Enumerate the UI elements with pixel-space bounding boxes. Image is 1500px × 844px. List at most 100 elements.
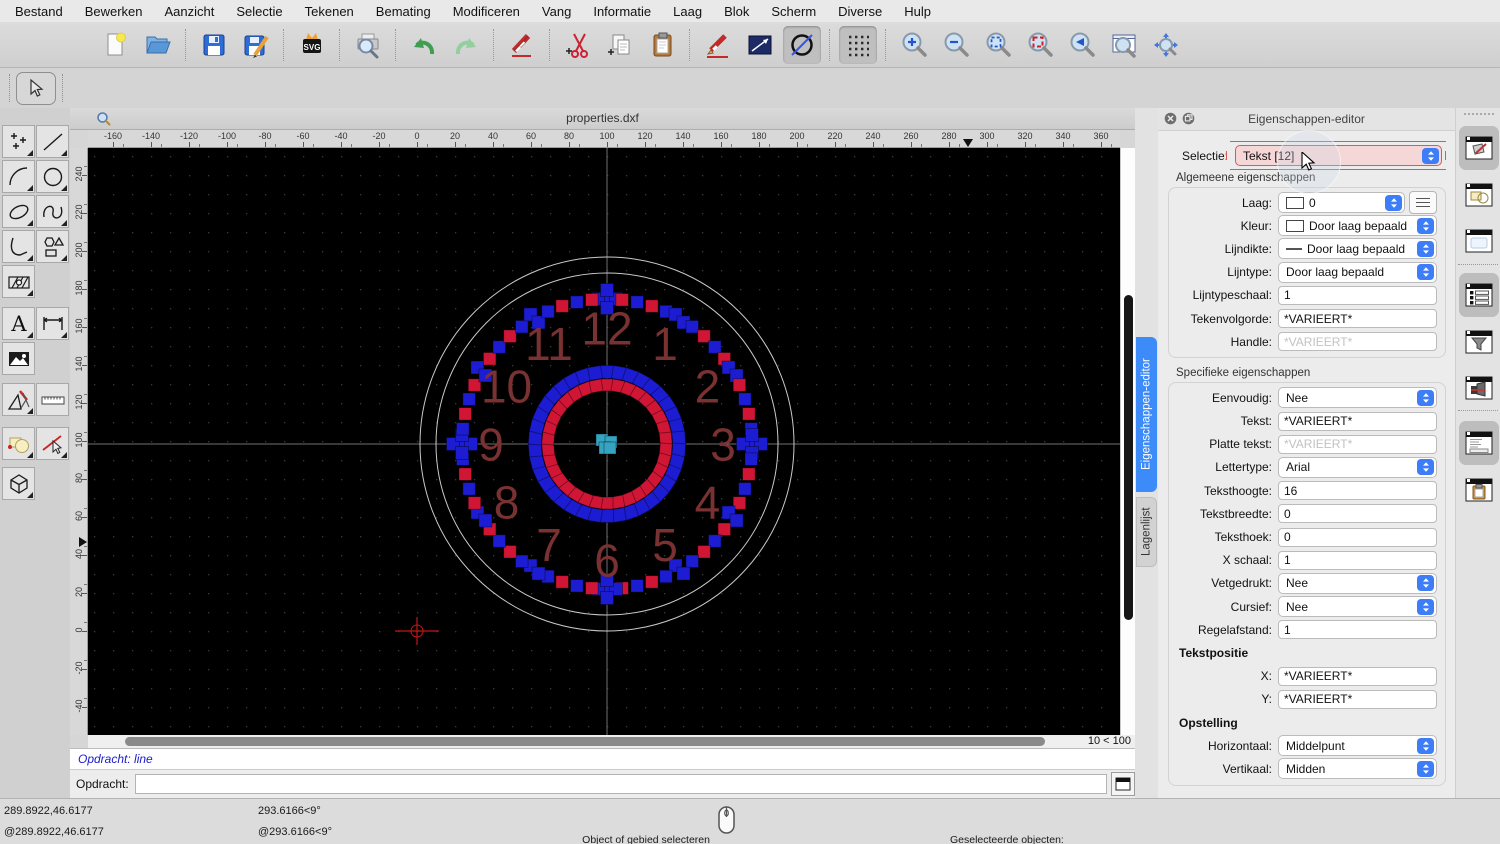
menu-laag[interactable]: Laag	[673, 4, 702, 19]
delete-button[interactable]	[503, 26, 541, 64]
prop-combo-kleur[interactable]: Door laag bepaald	[1278, 215, 1437, 236]
command-input[interactable]	[135, 774, 1107, 794]
dock-blocks-window[interactable]	[1459, 173, 1499, 217]
paste-button[interactable]	[643, 26, 681, 64]
menu-bewerken[interactable]: Bewerken	[85, 4, 143, 19]
new-file-button[interactable]	[97, 26, 135, 64]
prop-combo-lijndikte[interactable]: Door laag bepaald	[1278, 238, 1437, 259]
tool-block[interactable]	[2, 427, 35, 460]
tool-image[interactable]	[2, 342, 35, 375]
menu-bestand[interactable]: Bestand	[15, 4, 63, 19]
zoom-previous-button[interactable]	[1063, 26, 1101, 64]
tool-spline[interactable]	[36, 195, 69, 228]
dock-library-window[interactable]	[1459, 219, 1499, 263]
zoom-pan-button[interactable]	[1147, 26, 1185, 64]
tool-dimension[interactable]	[36, 307, 69, 340]
tool-ellipse[interactable]	[2, 195, 35, 228]
zoom-auto-icon	[983, 30, 1013, 60]
prop-input-lijntypeschaal[interactable]	[1278, 286, 1437, 305]
horizontal-scrollbar[interactable]: 10 < 100	[88, 735, 1135, 748]
zoom-in-button[interactable]	[895, 26, 933, 64]
tool-polygon[interactable]	[36, 230, 69, 263]
v-ruler-tick-label: 80	[74, 469, 84, 487]
selection-row: Selectie: Tekst [12]	[1158, 143, 1442, 168]
tab-properties-editor[interactable]: Eigenschappen-editor	[1136, 337, 1157, 492]
tool-line[interactable]	[36, 125, 69, 158]
zoom-viewport-button[interactable]	[1105, 26, 1143, 64]
tool-modify[interactable]	[2, 383, 35, 416]
undo-button[interactable]	[405, 26, 443, 64]
menu-modificeren[interactable]: Modificeren	[453, 4, 520, 19]
prop-input-tekst[interactable]	[1278, 412, 1437, 431]
tool-measure[interactable]	[36, 383, 69, 416]
prop-combo-horizontaal[interactable]: Middelpunt	[1278, 735, 1437, 756]
menu-vang[interactable]: Vang	[542, 4, 571, 19]
svg-export-button[interactable]: SVG	[293, 26, 331, 64]
menu-diverse[interactable]: Diverse	[838, 4, 882, 19]
tool-arc[interactable]	[2, 160, 35, 193]
prop-input-x[interactable]	[1278, 667, 1437, 686]
prop-combo-vetgedrukt[interactable]: Nee	[1278, 573, 1437, 594]
prop-input-regelafstand[interactable]	[1278, 620, 1437, 639]
selection-arrow-button[interactable]	[16, 72, 56, 105]
drawing-canvas[interactable]: 121234567891011	[88, 148, 1120, 735]
menu-bemating[interactable]: Bemating	[376, 4, 431, 19]
arc-icon	[6, 164, 32, 190]
save-as-button[interactable]	[237, 26, 275, 64]
tool-hatch[interactable]	[2, 265, 35, 298]
prop-combo-laag[interactable]: 0	[1278, 192, 1405, 213]
dock-block-insert-window[interactable]	[1459, 366, 1499, 410]
tool-polyline[interactable]	[2, 230, 35, 263]
zoom-auto-button[interactable]	[979, 26, 1017, 64]
selection-highlight	[1445, 151, 1446, 160]
selection-combo[interactable]: Tekst [12]	[1235, 145, 1442, 166]
draw-pencil-button[interactable]	[699, 26, 737, 64]
prop-input-y[interactable]	[1278, 690, 1437, 709]
zoom-window-button[interactable]	[1021, 26, 1059, 64]
prop-combo-cursief[interactable]: Nee	[1278, 596, 1437, 617]
menu-aanzicht[interactable]: Aanzicht	[165, 4, 215, 19]
tool-deselect[interactable]	[36, 427, 69, 460]
menu-scherm[interactable]: Scherm	[771, 4, 816, 19]
prop-combo-lijntype[interactable]: Door laag bepaald	[1278, 262, 1437, 283]
print-preview-button[interactable]	[349, 26, 387, 64]
command-window-button[interactable]	[1111, 772, 1135, 796]
open-file-button[interactable]	[139, 26, 177, 64]
prop-input-tekstbreedte[interactable]	[1278, 504, 1437, 523]
menu-blok[interactable]: Blok	[724, 4, 749, 19]
dock-properties-window[interactable]	[1459, 126, 1499, 170]
prop-combo-vertikaal[interactable]: Midden	[1278, 758, 1437, 779]
menu-informatie[interactable]: Informatie	[593, 4, 651, 19]
tool-circle[interactable]	[36, 160, 69, 193]
dock-layer-list-window[interactable]	[1459, 273, 1499, 317]
dock-clipboard-window[interactable]	[1459, 468, 1499, 512]
vertical-scrollbar-thumb[interactable]	[1124, 295, 1133, 620]
horizontal-scrollbar-thumb[interactable]	[125, 737, 1045, 746]
menu-selectie[interactable]: Selectie	[236, 4, 282, 19]
tool-3d[interactable]	[2, 467, 35, 500]
prop-input-teksthoogte[interactable]	[1278, 481, 1437, 500]
prop-input-tekenvolgorde[interactable]	[1278, 309, 1437, 328]
copy-button[interactable]	[601, 26, 639, 64]
prop-input-teksthoek[interactable]	[1278, 528, 1437, 547]
prop-input-x-schaal[interactable]	[1278, 551, 1437, 570]
zoom-out-button[interactable]	[937, 26, 975, 64]
prop-combo-lettertype[interactable]: Arial	[1278, 457, 1437, 478]
tool-text[interactable]: A	[2, 307, 35, 340]
vertical-scrollbar[interactable]	[1120, 148, 1135, 735]
redo-button[interactable]	[447, 26, 485, 64]
document-titlebar[interactable]: properties.dxf	[70, 108, 1135, 130]
menu-tekenen[interactable]: Tekenen	[305, 4, 354, 19]
layer-menu-button[interactable]	[1409, 191, 1437, 214]
tool-points[interactable]	[2, 125, 35, 158]
cut-button[interactable]	[559, 26, 597, 64]
grid-toggle-button[interactable]	[839, 26, 877, 64]
dock-filter-window[interactable]	[1459, 320, 1499, 364]
tab-layer-list[interactable]: Lagenlijst	[1136, 497, 1157, 567]
circle-tool-button[interactable]	[783, 26, 821, 64]
save-button[interactable]	[195, 26, 233, 64]
menu-hulp[interactable]: Hulp	[904, 4, 931, 19]
polyline-mode-button[interactable]	[741, 26, 779, 64]
prop-combo-eenvoudig[interactable]: Nee	[1278, 387, 1437, 408]
dock-command-window[interactable]	[1459, 421, 1499, 465]
